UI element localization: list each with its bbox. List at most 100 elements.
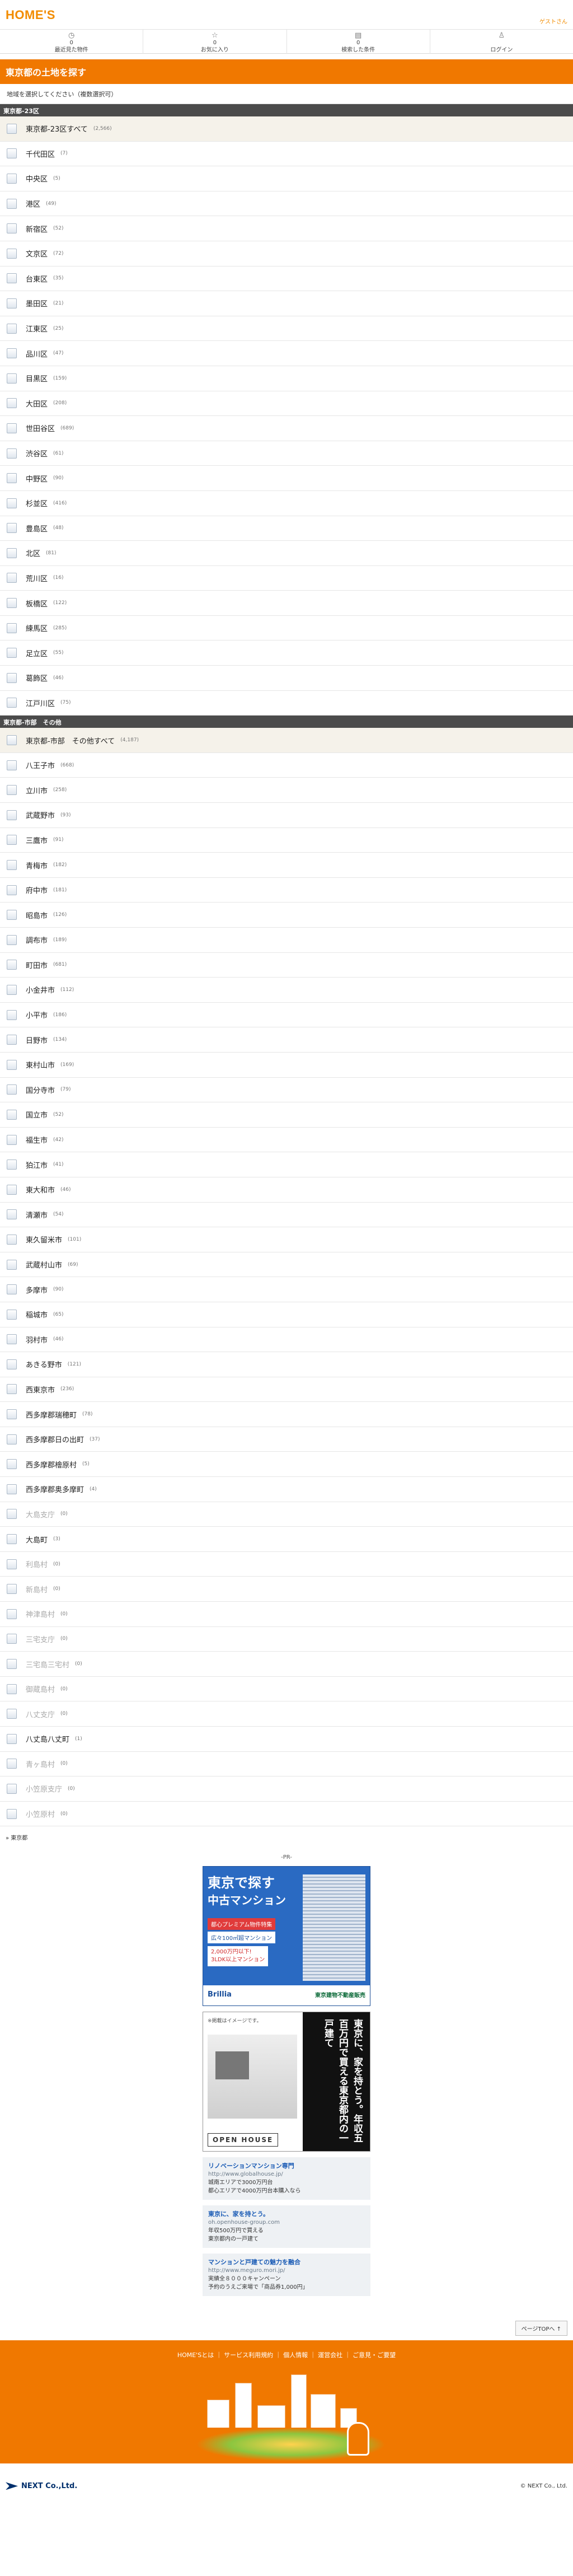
area-checkbox[interactable]	[7, 198, 17, 209]
area-row[interactable]: 立川市 (258)	[0, 778, 573, 803]
area-row[interactable]: 国分寺市 (79)	[0, 1077, 573, 1103]
area-checkbox[interactable]	[7, 323, 17, 334]
area-row[interactable]: 小金井市 (112)	[0, 978, 573, 1003]
area-checkbox[interactable]	[7, 810, 17, 820]
area-row[interactable]: 八丈島八丈町 (1)	[0, 1727, 573, 1752]
area-row[interactable]: 世田谷区 (689)	[0, 416, 573, 441]
area-row[interactable]: 西多摩郡日の出町 (37)	[0, 1427, 573, 1452]
area-checkbox[interactable]	[7, 910, 17, 920]
area-row[interactable]: 港区 (49)	[0, 191, 573, 217]
nav-user[interactable]: ♙ ログイン	[430, 30, 573, 54]
area-checkbox[interactable]	[7, 273, 17, 284]
area-row[interactable]: 墨田区 (21)	[0, 291, 573, 316]
area-checkbox[interactable]	[7, 1783, 17, 1794]
area-row[interactable]: 羽村市 (46)	[0, 1327, 573, 1353]
area-checkbox[interactable]	[7, 835, 17, 845]
area-row[interactable]: 青梅市 (182)	[0, 853, 573, 878]
area-checkbox[interactable]	[7, 785, 17, 796]
area-checkbox[interactable]	[7, 1609, 17, 1619]
area-row[interactable]: 東久留米市 (101)	[0, 1227, 573, 1252]
area-checkbox[interactable]	[7, 1160, 17, 1170]
area-row[interactable]: 府中市 (181)	[0, 877, 573, 903]
area-checkbox[interactable]	[7, 1534, 17, 1545]
area-row[interactable]: 台東区 (35)	[0, 266, 573, 292]
area-checkbox[interactable]	[7, 398, 17, 409]
area-row[interactable]: 神津島村 (0)	[0, 1602, 573, 1627]
area-checkbox[interactable]	[7, 1484, 17, 1494]
area-row[interactable]: 豊島区 (48)	[0, 516, 573, 541]
area-row[interactable]: 板橋区 (122)	[0, 591, 573, 616]
area-select-all-row[interactable]: 東京都-市部 その他すべて (4,187)	[0, 728, 573, 753]
area-checkbox[interactable]	[7, 698, 17, 708]
area-checkbox[interactable]	[7, 1684, 17, 1694]
area-checkbox[interactable]	[7, 623, 17, 633]
area-row[interactable]: 武蔵村山市 (69)	[0, 1252, 573, 1278]
area-row[interactable]: 江戸川区 (75)	[0, 690, 573, 716]
area-checkbox[interactable]	[7, 573, 17, 583]
area-checkbox[interactable]	[7, 1659, 17, 1670]
footer-links[interactable]: HOME'Sとは ｜ サービス利用規約 ｜ 個人情報 ｜ 運営会社 ｜ ご意見・…	[0, 2340, 573, 2359]
area-checkbox[interactable]	[7, 1309, 17, 1320]
area-row[interactable]: 多摩市 (90)	[0, 1277, 573, 1302]
area-row[interactable]: 練馬区 (285)	[0, 615, 573, 641]
area-row[interactable]: 西多摩郡奥多摩町 (4)	[0, 1477, 573, 1502]
area-checkbox[interactable]	[7, 523, 17, 534]
homes-logo[interactable]: HOME'S	[6, 8, 55, 22]
area-checkbox[interactable]	[7, 1359, 17, 1369]
area-row[interactable]: 大島支庁 (0)	[0, 1502, 573, 1527]
area-row[interactable]: 東村山市 (169)	[0, 1052, 573, 1078]
area-row[interactable]: 中央区 (5)	[0, 166, 573, 191]
area-checkbox[interactable]	[7, 760, 17, 770]
area-checkbox[interactable]	[7, 934, 17, 945]
area-row[interactable]: 小笠原村 (0)	[0, 1801, 573, 1827]
text-ad[interactable]: マンションと戸建ての魅力を融合 http://www.meguro.mori.jp…	[203, 2254, 370, 2297]
area-row[interactable]: 稲城市 (65)	[0, 1302, 573, 1327]
area-row[interactable]: 新宿区 (52)	[0, 216, 573, 241]
area-checkbox[interactable]	[7, 885, 17, 895]
area-row[interactable]: 渋谷区 (61)	[0, 441, 573, 466]
area-row[interactable]: 葛飾区 (46)	[0, 666, 573, 691]
area-checkbox[interactable]	[7, 1634, 17, 1644]
area-checkbox[interactable]	[7, 1184, 17, 1195]
area-checkbox[interactable]	[7, 984, 17, 995]
area-checkbox[interactable]	[7, 1284, 17, 1295]
area-row[interactable]: 御蔵島村 (0)	[0, 1676, 573, 1702]
area-checkbox[interactable]	[7, 1409, 17, 1420]
area-checkbox[interactable]	[7, 423, 17, 433]
text-ad[interactable]: 東京に、家を持とう。 oh.openhouse-group.com 年収500万円で…	[203, 2205, 370, 2248]
area-checkbox[interactable]	[7, 1709, 17, 1719]
area-checkbox[interactable]	[7, 1209, 17, 1220]
area-checkbox[interactable]	[7, 1334, 17, 1345]
area-row[interactable]: 荒川区 (16)	[0, 565, 573, 591]
area-row[interactable]: 青ヶ島村 (0)	[0, 1751, 573, 1777]
area-checkbox[interactable]	[7, 1584, 17, 1595]
area-checkbox[interactable]	[7, 548, 17, 558]
area-checkbox[interactable]	[7, 1808, 17, 1819]
area-row[interactable]: 千代田区 (7)	[0, 141, 573, 167]
area-checkbox[interactable]	[7, 123, 17, 134]
area-checkbox[interactable]	[7, 1733, 17, 1744]
area-row[interactable]: 狛江市 (41)	[0, 1152, 573, 1177]
area-checkbox[interactable]	[7, 1459, 17, 1470]
nav-history[interactable]: ▤ 0 検索した条件	[287, 30, 430, 54]
area-checkbox[interactable]	[7, 1759, 17, 1769]
area-row[interactable]: 北区 (81)	[0, 541, 573, 566]
area-row[interactable]: あきる野市 (121)	[0, 1352, 573, 1377]
area-row[interactable]: 西東京市 (236)	[0, 1377, 573, 1402]
area-row[interactable]: 大島町 (3)	[0, 1527, 573, 1552]
nav-star[interactable]: ☆ 0 お気に入り	[143, 30, 287, 54]
area-checkbox[interactable]	[7, 498, 17, 508]
area-checkbox[interactable]	[7, 598, 17, 609]
pagetop-button[interactable]: ページTOPへ ↑	[515, 2321, 567, 2336]
area-row[interactable]: 昭島市 (126)	[0, 903, 573, 928]
area-checkbox[interactable]	[7, 1384, 17, 1395]
area-row[interactable]: 武蔵野市 (93)	[0, 803, 573, 828]
area-checkbox[interactable]	[7, 223, 17, 234]
area-row[interactable]: 日野市 (134)	[0, 1027, 573, 1053]
area-checkbox[interactable]	[7, 1234, 17, 1245]
area-checkbox[interactable]	[7, 1134, 17, 1145]
area-row[interactable]: 利島村 (0)	[0, 1551, 573, 1577]
area-row[interactable]: 町田市 (681)	[0, 952, 573, 978]
area-checkbox[interactable]	[7, 373, 17, 384]
nav-clock[interactable]: ◷ 0 最近見た物件	[0, 30, 144, 54]
